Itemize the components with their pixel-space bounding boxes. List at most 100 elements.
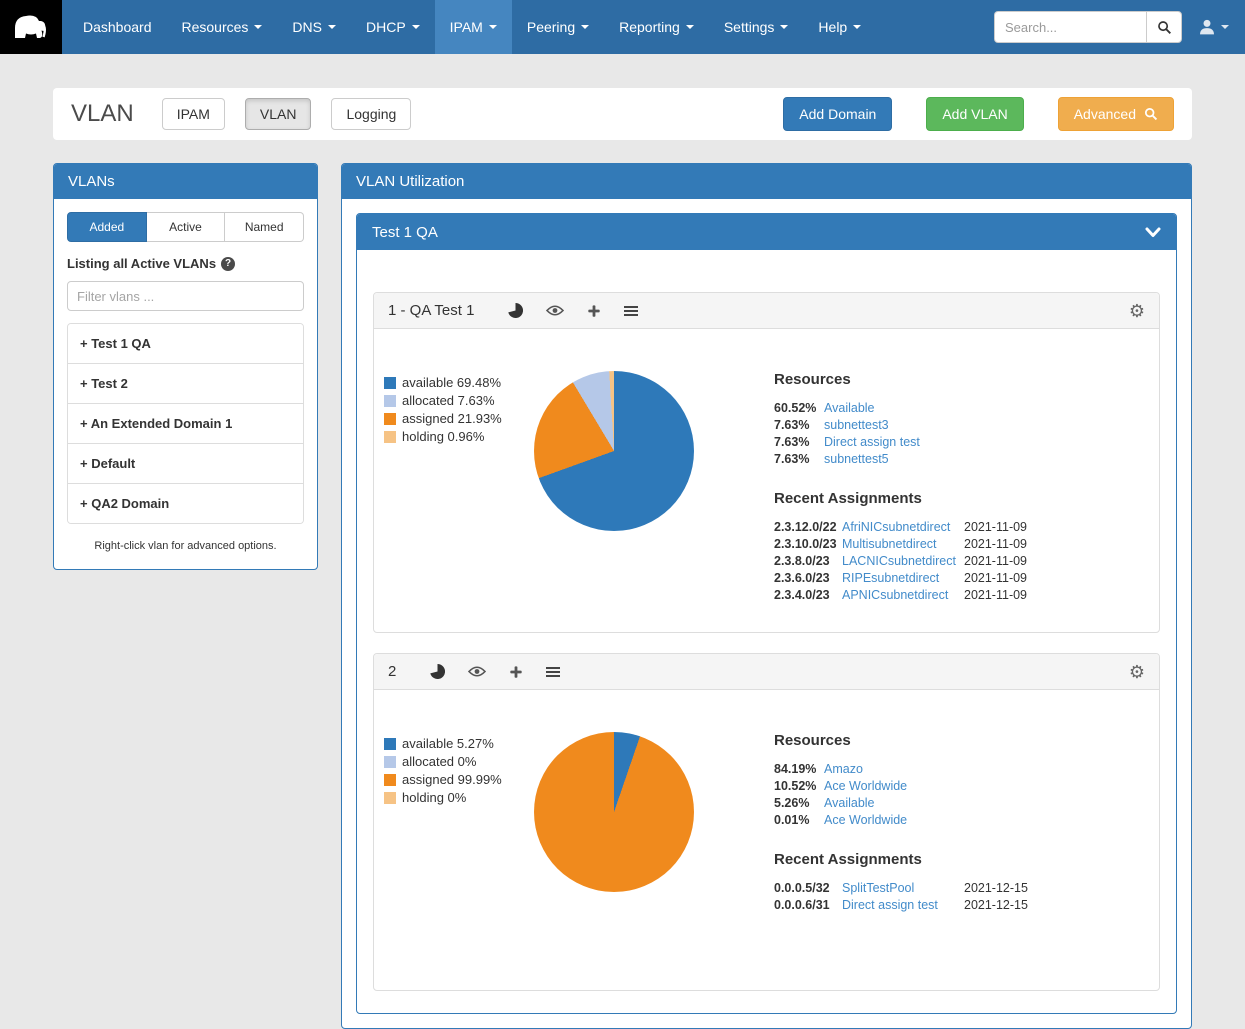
pie-legend: available 5.27% allocated 0% xyxy=(384,736,534,808)
assignment-link[interactable]: Direct assign test xyxy=(842,897,956,914)
assignment-link[interactable]: RIPEsubnetdirect xyxy=(842,570,956,587)
nav-item[interactable]: Help xyxy=(803,0,876,54)
help-icon[interactable]: ? xyxy=(221,257,235,271)
chevron-down-icon xyxy=(686,25,694,29)
plus-icon[interactable] xyxy=(509,665,523,679)
nav-item[interactable]: Reporting xyxy=(604,0,709,54)
vlan-filter-group: Added Active Named xyxy=(67,212,304,242)
gear-icon[interactable]: ⚙ xyxy=(1129,302,1145,320)
vlans-panel: VLANs Added Active Named Listing all Act… xyxy=(53,163,318,570)
assignment-date: 2021-11-09 xyxy=(964,519,1027,536)
assignment-link[interactable]: Multisubnetdirect xyxy=(842,536,956,553)
menu-icon[interactable] xyxy=(624,305,638,317)
assignment-cidr: 2.3.10.0/23 xyxy=(774,536,842,553)
search-input[interactable] xyxy=(994,11,1146,43)
vlan-list-item[interactable]: + Default xyxy=(68,444,303,484)
chevron-down-icon xyxy=(412,25,420,29)
assignment-date: 2021-11-09 xyxy=(964,553,1027,570)
nav-item[interactable]: Peering xyxy=(512,0,604,54)
eye-icon[interactable] xyxy=(546,304,564,317)
provision-logo[interactable] xyxy=(0,0,62,54)
nav-item-label: Resources xyxy=(182,19,249,35)
vlan-filter-button[interactable]: Active xyxy=(147,212,226,242)
resource-link[interactable]: subnettest3 xyxy=(824,417,889,434)
pie-chart[interactable] xyxy=(534,371,694,531)
nav-item-label: Peering xyxy=(527,19,575,35)
nav-item-label: Help xyxy=(818,19,847,35)
vlan-list-item[interactable]: + Test 1 QA xyxy=(68,324,303,364)
resource-link[interactable]: Ace Worldwide xyxy=(824,778,907,795)
vlan-filter-button[interactable]: Added xyxy=(67,212,147,242)
assignment-link[interactable]: APNICsubnetdirect xyxy=(842,587,956,604)
view-tab[interactable]: Logging xyxy=(331,98,411,130)
legend-label: allocated 0% xyxy=(402,754,476,769)
legend-swatch xyxy=(384,431,396,443)
vlan-filter-input[interactable] xyxy=(67,281,304,311)
resource-link[interactable]: Available xyxy=(824,795,875,812)
gear-icon[interactable]: ⚙ xyxy=(1129,663,1145,681)
legend-label: allocated 7.63% xyxy=(402,393,495,408)
assignments-heading: Recent Assignments xyxy=(774,851,1143,868)
vlan-group-panel: Test 1 QA 1 - QA Test 1 xyxy=(356,213,1177,1014)
eye-icon[interactable] xyxy=(468,665,486,678)
collapse-chevron-icon[interactable] xyxy=(1145,227,1161,238)
assignment-link[interactable]: LACNICsubnetdirect xyxy=(842,553,956,570)
add-domain-button[interactable]: Add Domain xyxy=(783,97,892,131)
resource-row: 0.01% Ace Worldwide xyxy=(774,812,1143,829)
legend-label: assigned 21.93% xyxy=(402,411,502,426)
legend-item: available 69.48% xyxy=(384,375,534,390)
view-tab[interactable]: IPAM xyxy=(162,98,225,130)
header-actions: Add Domain Add VLAN Advanced xyxy=(783,97,1174,131)
resource-link[interactable]: Amazo xyxy=(824,761,863,778)
nav-item-label: Reporting xyxy=(619,19,680,35)
chart-toolbar xyxy=(508,303,638,318)
nav-item[interactable]: Dashboard xyxy=(68,0,167,54)
view-tab[interactable]: VLAN xyxy=(245,98,312,130)
vlan-list-item[interactable]: + QA2 Domain xyxy=(68,484,303,523)
search-button[interactable] xyxy=(1146,11,1182,43)
resource-link[interactable]: subnettest5 xyxy=(824,451,889,468)
user-menu[interactable] xyxy=(1198,18,1229,36)
chart-header: 1 - QA Test 1 xyxy=(374,293,1159,329)
chart-header: 2 xyxy=(374,654,1159,690)
legend-item: assigned 21.93% xyxy=(384,411,534,426)
resource-link[interactable]: Available xyxy=(824,400,875,417)
plus-icon[interactable] xyxy=(587,304,601,318)
resource-link[interactable]: Direct assign test xyxy=(824,434,920,451)
nav-item[interactable]: Resources xyxy=(167,0,278,54)
resource-link[interactable]: Ace Worldwide xyxy=(824,812,907,829)
nav-item[interactable]: Settings xyxy=(709,0,804,54)
vlan-group-title: Test 1 QA xyxy=(372,224,438,241)
assignment-cidr: 2.3.6.0/23 xyxy=(774,570,842,587)
vlan-list-item[interactable]: + Test 2 xyxy=(68,364,303,404)
advanced-button[interactable]: Advanced xyxy=(1058,97,1174,131)
vlan-group-body: 1 - QA Test 1 xyxy=(357,250,1176,1013)
pie-chart[interactable] xyxy=(534,732,694,892)
vlan-list-item[interactable]: + An Extended Domain 1 xyxy=(68,404,303,444)
assignment-link[interactable]: AfriNICsubnetdirect xyxy=(842,519,956,536)
navbar-right xyxy=(994,0,1245,54)
nav-item[interactable]: IPAM xyxy=(435,0,512,54)
nav-menu: Dashboard Resources DNS DHCP IPAM xyxy=(62,0,876,54)
pie-chart-icon[interactable] xyxy=(508,303,523,318)
pie-chart-icon[interactable] xyxy=(430,664,445,679)
assignment-row: 2.3.6.0/23 RIPEsubnetdirect 2021-11-09 xyxy=(774,570,1143,587)
vlan-filter-button[interactable]: Named xyxy=(225,212,304,242)
resources-list: 60.52% Available 7.63% subnettest3 xyxy=(774,400,1143,468)
nav-item[interactable]: DNS xyxy=(277,0,351,54)
add-vlan-button[interactable]: Add VLAN xyxy=(926,97,1023,131)
chevron-down-icon xyxy=(853,25,861,29)
legend-item: holding 0.96% xyxy=(384,429,534,444)
pie-legend: available 69.48% allocated 7.63% xyxy=(384,375,534,447)
resource-percent: 5.26% xyxy=(774,795,824,812)
legend-item: allocated 7.63% xyxy=(384,393,534,408)
menu-icon[interactable] xyxy=(546,666,560,678)
nav-item[interactable]: DHCP xyxy=(351,0,435,54)
resource-row: 84.19% Amazo xyxy=(774,761,1143,778)
assignment-link[interactable]: SplitTestPool xyxy=(842,880,956,897)
vlan-group-heading[interactable]: Test 1 QA xyxy=(357,214,1176,250)
view-switcher: IPAM VLAN Logging xyxy=(162,98,412,130)
content-row: VLANs Added Active Named Listing all Act… xyxy=(53,163,1192,1029)
assignment-cidr: 0.0.0.6/31 xyxy=(774,897,842,914)
assignments-section: Recent Assignments 0.0.0.5/32 SplitTestP… xyxy=(774,851,1143,914)
